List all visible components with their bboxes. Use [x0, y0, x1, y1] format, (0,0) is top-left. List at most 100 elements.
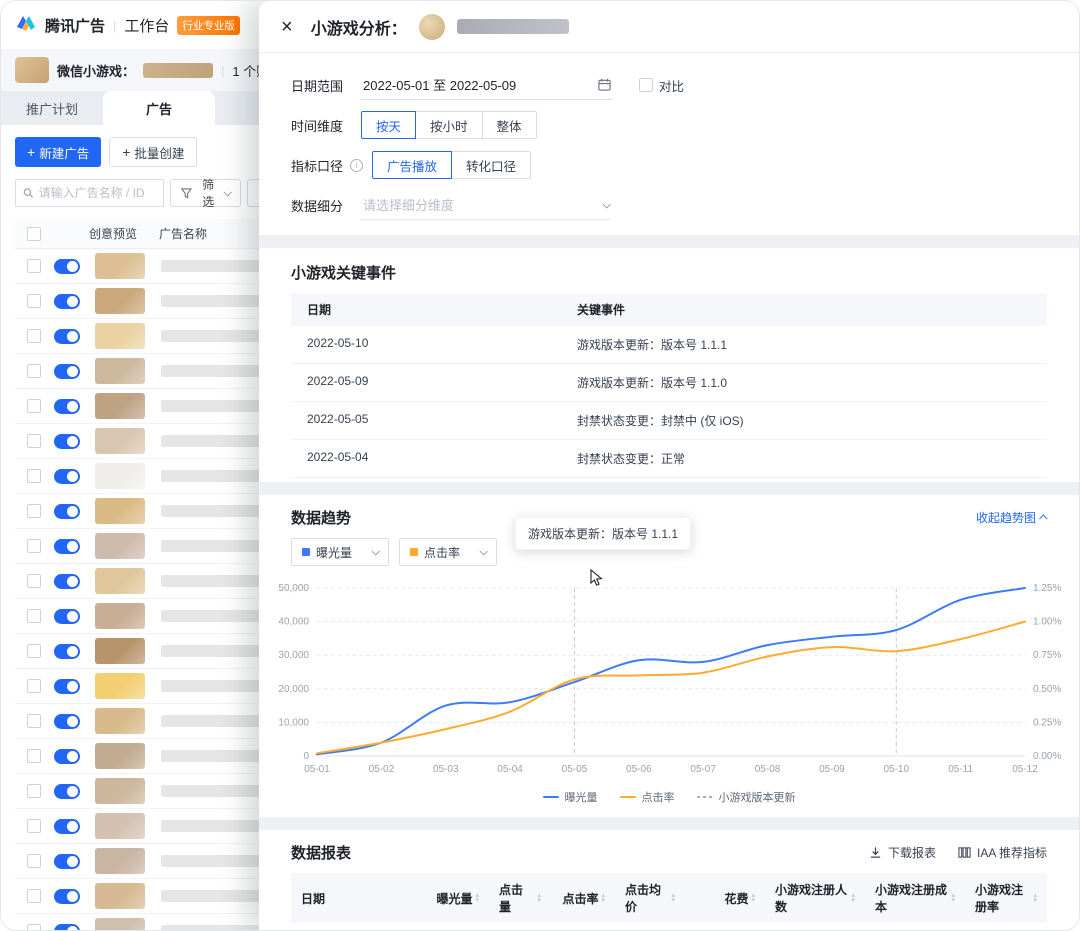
- report-value-redacted: [685, 923, 765, 930]
- legend-item[interactable]: 点击率: [619, 789, 675, 805]
- row-checkbox[interactable]: [27, 854, 41, 868]
- name-column-header: 广告名称: [159, 227, 208, 241]
- report-column-header[interactable]: 小游戏注册成本 ▴ ▾: [865, 873, 965, 923]
- search-input[interactable]: [38, 186, 157, 200]
- row-checkbox[interactable]: [27, 574, 41, 588]
- metric-ad-play-button[interactable]: 广告播放: [372, 151, 453, 179]
- time-by-day-button[interactable]: 按天: [361, 111, 417, 139]
- compare-checkbox[interactable]: 对比: [639, 76, 684, 95]
- iaa-metrics-button[interactable]: IAA 推荐指标: [958, 844, 1047, 861]
- report-column-header[interactable]: 花费 ▴ ▾: [685, 873, 765, 923]
- ad-name-redacted: [161, 435, 271, 447]
- ad-status-toggle[interactable]: [54, 363, 80, 379]
- ad-status-toggle[interactable]: [54, 643, 80, 659]
- ad-status-toggle[interactable]: [54, 853, 80, 869]
- row-checkbox[interactable]: [27, 819, 41, 833]
- series-select-ctr[interactable]: 点击率: [399, 538, 498, 566]
- ad-name-redacted: [161, 715, 271, 727]
- row-checkbox[interactable]: [27, 399, 41, 413]
- collapse-trend-link[interactable]: 收起趋势图: [976, 509, 1048, 526]
- time-by-hour-button[interactable]: 按小时: [415, 111, 483, 139]
- event-row: 2022-05-10 游戏版本更新：版本号 1.1.1: [291, 326, 1047, 364]
- download-report-button[interactable]: 下载报表: [869, 844, 936, 861]
- report-column-header[interactable]: 点击率 ▴ ▾: [551, 873, 615, 923]
- create-ad-button[interactable]: + 新建广告: [15, 137, 102, 167]
- ad-name-redacted: [161, 785, 271, 797]
- row-checkbox[interactable]: [27, 434, 41, 448]
- sort-icon[interactable]: ▴ ▾: [537, 892, 541, 904]
- ad-status-toggle[interactable]: [54, 748, 80, 764]
- report-column-header[interactable]: 点击均价 ▴ ▾: [615, 873, 685, 923]
- batch-create-button[interactable]: + 批量创建: [109, 137, 198, 167]
- sort-icon[interactable]: ▴ ▾: [601, 892, 605, 904]
- row-checkbox[interactable]: [27, 644, 41, 658]
- row-checkbox[interactable]: [27, 504, 41, 518]
- row-checkbox[interactable]: [27, 679, 41, 693]
- ad-status-toggle[interactable]: [54, 258, 80, 274]
- legend-item[interactable]: 曝光量: [542, 789, 598, 805]
- ad-status-toggle[interactable]: [54, 713, 80, 729]
- ad-status-toggle[interactable]: [54, 783, 80, 799]
- row-checkbox[interactable]: [27, 539, 41, 553]
- tab-campaigns[interactable]: 推广计划: [1, 91, 103, 125]
- account-type-label: 微信小游戏：: [57, 63, 136, 79]
- report-column-header[interactable]: 小游戏注册人数 ▴ ▾: [765, 873, 865, 923]
- row-checkbox[interactable]: [27, 889, 41, 903]
- row-checkbox[interactable]: [27, 924, 41, 930]
- ad-search-box[interactable]: [15, 179, 165, 207]
- svg-text:05-12: 05-12: [1012, 764, 1038, 775]
- sort-icon[interactable]: ▴ ▾: [1033, 892, 1037, 904]
- time-overall-button[interactable]: 整体: [481, 111, 537, 139]
- drawer-title: 小游戏分析：: [310, 20, 407, 38]
- sort-icon[interactable]: ▴ ▾: [671, 892, 675, 904]
- ad-status-toggle[interactable]: [54, 503, 80, 519]
- row-checkbox[interactable]: [27, 749, 41, 763]
- ad-status-toggle[interactable]: [54, 573, 80, 589]
- ad-status-toggle[interactable]: [54, 468, 80, 484]
- sort-icon[interactable]: ▴ ▾: [951, 892, 955, 904]
- tab-ads[interactable]: 广告: [103, 91, 215, 125]
- sort-icon[interactable]: ▴ ▾: [751, 892, 755, 904]
- report-column-header[interactable]: 小游戏注册率 ▴ ▾: [965, 873, 1047, 923]
- close-icon[interactable]: ×: [281, 17, 293, 37]
- ad-status-toggle[interactable]: [54, 678, 80, 694]
- sort-icon[interactable]: ▴ ▾: [475, 892, 479, 904]
- info-icon[interactable]: i: [350, 158, 363, 172]
- legend-item[interactable]: 小游戏版本更新: [696, 789, 796, 805]
- metric-conversion-button[interactable]: 转化口径: [451, 151, 532, 179]
- ad-status-toggle[interactable]: [54, 538, 80, 554]
- row-checkbox[interactable]: [27, 294, 41, 308]
- row-checkbox[interactable]: [27, 259, 41, 273]
- row-checkbox[interactable]: [27, 784, 41, 798]
- trend-chart-area[interactable]: 0 0.00% 10,000 0.25% 20,000 0.50% 30,000 0.75% 4…: [269, 578, 1069, 785]
- ad-name-redacted: [161, 680, 271, 692]
- ad-status-toggle[interactable]: [54, 608, 80, 624]
- svg-text:05-09: 05-09: [819, 764, 845, 775]
- ad-status-toggle[interactable]: [54, 398, 80, 414]
- sort-icon[interactable]: ▴ ▾: [851, 892, 855, 904]
- ad-status-toggle[interactable]: [54, 433, 80, 449]
- report-column-header[interactable]: 点击量 ▴ ▾: [489, 873, 551, 923]
- row-checkbox[interactable]: [27, 469, 41, 483]
- ad-status-toggle[interactable]: [54, 328, 80, 344]
- report-column-header[interactable]: 曝光量 ▴ ▾: [423, 873, 489, 923]
- ad-status-toggle[interactable]: [54, 293, 80, 309]
- filters-section: 日期范围 2022-05-01 至 2022-05-09 对比 时间维度 按天 …: [259, 53, 1079, 235]
- select-all-checkbox[interactable]: [27, 226, 41, 241]
- row-checkbox[interactable]: [27, 714, 41, 728]
- ad-status-toggle[interactable]: [54, 923, 80, 930]
- svg-text:0: 0: [303, 751, 309, 762]
- row-checkbox[interactable]: [27, 364, 41, 378]
- filter-button[interactable]: 筛选: [170, 178, 242, 209]
- creative-thumbnail-redacted: [95, 288, 145, 314]
- ad-name-redacted: [161, 890, 271, 902]
- row-checkbox[interactable]: [27, 329, 41, 343]
- row-checkbox[interactable]: [27, 609, 41, 623]
- ad-status-toggle[interactable]: [54, 818, 80, 834]
- date-range-input[interactable]: 2022-05-01 至 2022-05-09: [361, 70, 613, 100]
- ad-status-toggle[interactable]: [54, 888, 80, 904]
- series-select-exposure[interactable]: 曝光量: [291, 538, 390, 566]
- event-row: 2022-05-05 封禁状态变更：封禁中 (仅 iOS): [291, 402, 1047, 440]
- segment-select[interactable]: 请选择细分维度: [361, 190, 611, 220]
- report-value-redacted: [423, 923, 489, 930]
